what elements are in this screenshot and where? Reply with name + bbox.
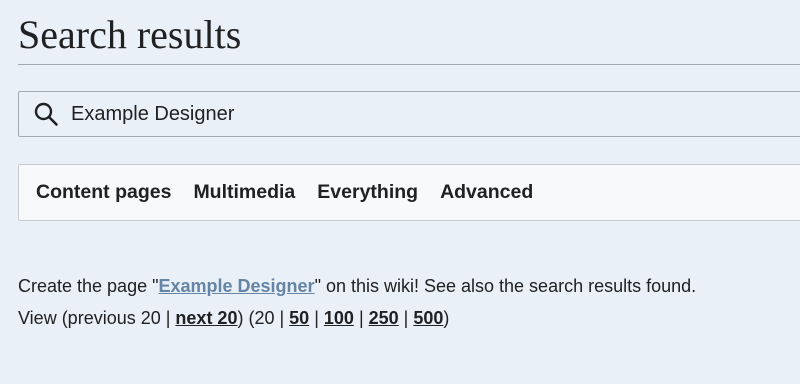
create-page-link[interactable]: Example Designer <box>158 276 314 296</box>
title-divider <box>18 64 800 65</box>
create-prefix-text: Create the page " <box>18 276 159 296</box>
search-input[interactable] <box>71 102 771 126</box>
search-profile-tabs: Content pages Multimedia Everything Adva… <box>18 164 800 221</box>
tab-advanced[interactable]: Advanced <box>440 181 533 204</box>
limit-50-link[interactable]: 50 <box>289 308 309 328</box>
pagination-middle-text: ) (20 | <box>237 308 290 328</box>
tab-content-pages[interactable]: Content pages <box>36 181 171 204</box>
next-20-link[interactable]: next 20 <box>175 308 237 328</box>
pagination-close-text: ) <box>443 308 450 328</box>
pagination: View (previous 20 | next 20) (20 | 50 | … <box>18 302 788 334</box>
create-suffix-text: " on this wiki! See also the search resu… <box>314 276 697 296</box>
search-box[interactable] <box>18 91 800 137</box>
separator: | <box>309 308 324 328</box>
separator: | <box>398 308 414 328</box>
create-page-notice: Create the page "Example Designer" on th… <box>18 270 788 302</box>
search-icon[interactable] <box>32 100 60 128</box>
results-info: Create the page "Example Designer" on th… <box>18 270 788 334</box>
tab-multimedia[interactable]: Multimedia <box>193 181 295 204</box>
page-title: Search results <box>18 12 242 57</box>
view-prefix-text: View (previous 20 | <box>18 308 176 328</box>
separator: | <box>353 308 369 328</box>
limit-500-link[interactable]: 500 <box>413 308 443 328</box>
tab-everything[interactable]: Everything <box>317 181 418 204</box>
limit-100-link[interactable]: 100 <box>324 308 354 328</box>
limit-250-link[interactable]: 250 <box>369 308 399 328</box>
